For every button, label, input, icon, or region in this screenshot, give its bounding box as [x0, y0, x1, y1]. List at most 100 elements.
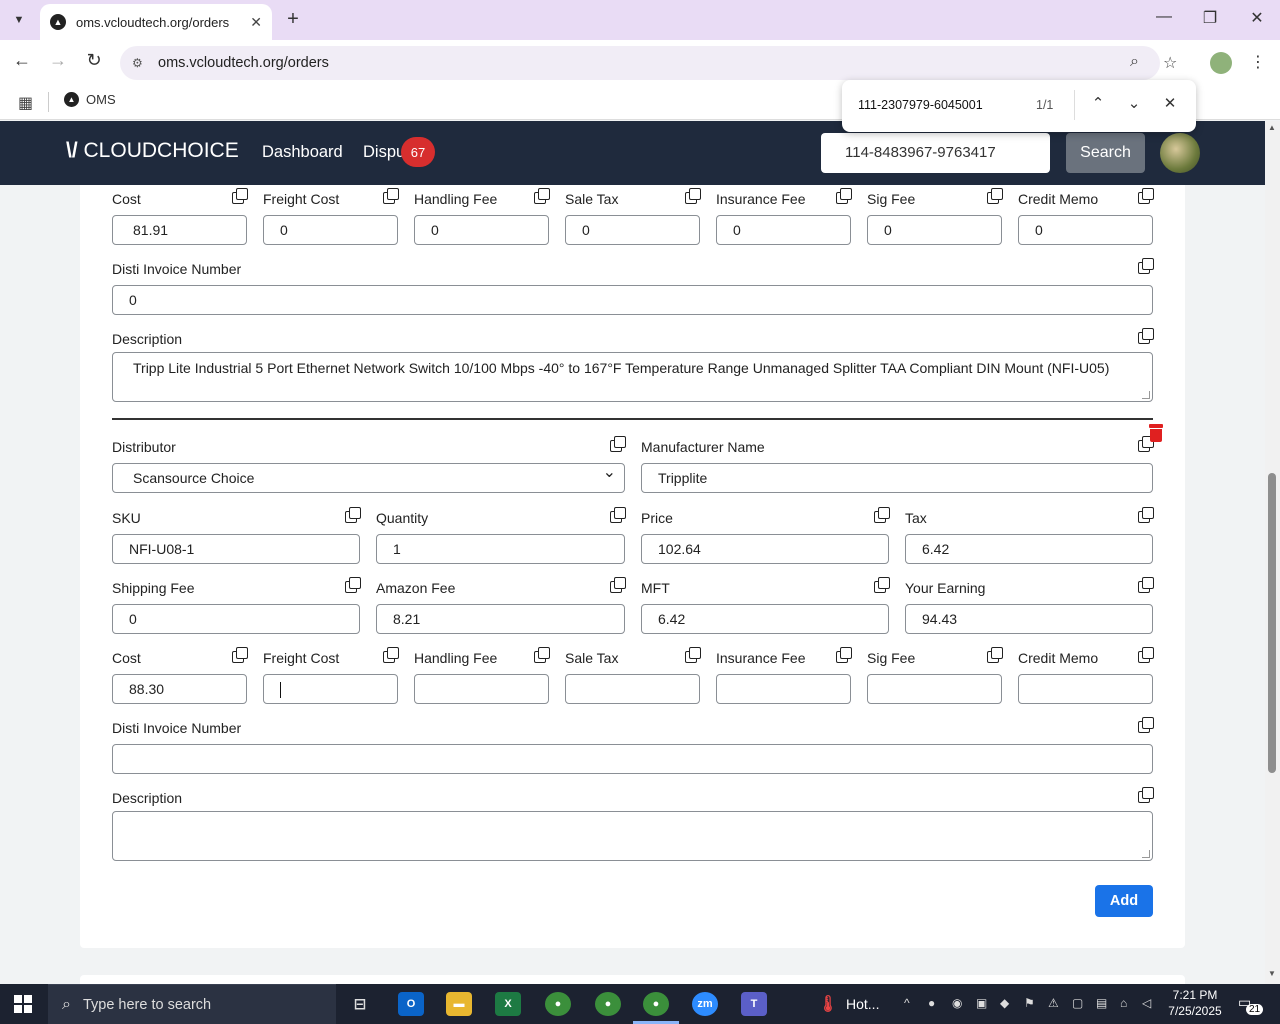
copy-icon[interactable] — [1137, 717, 1154, 733]
sale-tax-input[interactable]: 0 — [565, 215, 700, 245]
forward-icon[interactable]: → — [46, 50, 70, 71]
copy-icon[interactable] — [1137, 647, 1154, 663]
weather-label[interactable]: Hot... — [846, 996, 879, 1012]
tray-app-icon[interactable]: ▤ — [1096, 996, 1107, 1010]
tab-search-icon[interactable]: ▼ — [6, 8, 32, 32]
credit-memo-input[interactable]: 0 — [1018, 215, 1153, 245]
address-bar[interactable]: ⚙ oms.vcloudtech.org/orders — [120, 46, 1160, 80]
distributor-select[interactable]: Scansource Choice — [112, 463, 625, 493]
your-earning-input[interactable]: 94.43 — [905, 604, 1153, 634]
sig-fee-input[interactable] — [867, 674, 1002, 704]
task-view-icon[interactable]: ⊟ — [347, 992, 373, 1016]
copy-icon[interactable] — [231, 188, 248, 204]
back-icon[interactable]: ← — [10, 50, 34, 71]
browser-menu-icon[interactable]: ⋮ — [1250, 52, 1266, 72]
browser-tab[interactable]: ▲ oms.vcloudtech.org/orders ✕ — [40, 4, 272, 40]
scroll-thumb[interactable] — [1268, 473, 1276, 773]
copy-icon[interactable] — [1137, 258, 1154, 274]
copy-icon[interactable] — [1137, 787, 1154, 803]
tray-overflow-icon[interactable]: ^ — [904, 996, 910, 1010]
taskbar-clock[interactable]: 7:21 PM 7/25/2025 — [1160, 987, 1230, 1019]
tray-teams-icon[interactable]: ◆ — [1000, 996, 1009, 1010]
nav-dashboard[interactable]: Dashboard — [262, 143, 343, 162]
page-scrollbar[interactable]: ▲ ▼ — [1265, 121, 1280, 984]
sig-fee-input[interactable]: 0 — [867, 215, 1002, 245]
copy-icon[interactable] — [382, 188, 399, 204]
nav-disputes[interactable]: Dispu — [363, 143, 405, 162]
copy-icon[interactable] — [986, 188, 1003, 204]
delete-item-icon[interactable] — [1148, 424, 1164, 442]
manufacturer-input[interactable]: Tripplite — [641, 463, 1153, 493]
price-input[interactable]: 102.64 — [641, 534, 889, 564]
close-tab-icon[interactable]: ✕ — [250, 14, 262, 31]
restore-icon[interactable]: ❐ — [1198, 8, 1222, 28]
handling-fee-input[interactable] — [414, 674, 549, 704]
resize-handle[interactable] — [1142, 850, 1150, 858]
handling-fee-input[interactable]: 0 — [414, 215, 549, 245]
find-in-page-icon[interactable]: ⌕ — [1130, 53, 1139, 71]
minimize-icon[interactable]: — — [1152, 8, 1176, 26]
user-avatar[interactable] — [1160, 133, 1200, 173]
tray-volume-icon[interactable]: ◁ — [1142, 996, 1151, 1010]
scroll-down-icon[interactable]: ▼ — [1268, 969, 1276, 978]
outlook-icon[interactable]: O — [398, 992, 424, 1016]
tray-vpn-icon[interactable]: ▢ — [1072, 996, 1083, 1010]
bookmark-oms[interactable]: ▲ OMS — [64, 92, 116, 107]
zoom-icon[interactable]: zm — [692, 992, 718, 1016]
copy-icon[interactable] — [533, 188, 550, 204]
file-explorer-icon[interactable]: ▬ — [446, 992, 472, 1016]
profile-avatar[interactable] — [1210, 52, 1232, 74]
find-next-icon[interactable]: ⌄ — [1124, 94, 1144, 112]
resize-handle[interactable] — [1142, 391, 1150, 399]
copy-icon[interactable] — [986, 647, 1003, 663]
find-previous-icon[interactable]: ⌃ — [1088, 94, 1108, 112]
tray-zoom-icon[interactable]: ◉ — [952, 996, 962, 1010]
credit-memo-input[interactable] — [1018, 674, 1153, 704]
disti-invoice-input[interactable]: 0 — [112, 285, 1153, 315]
copy-icon[interactable] — [231, 647, 248, 663]
copy-icon[interactable] — [1137, 507, 1154, 523]
find-close-icon[interactable]: ✕ — [1160, 94, 1180, 112]
insurance-fee-input[interactable] — [716, 674, 851, 704]
copy-icon[interactable] — [344, 507, 361, 523]
windows-start-icon[interactable] — [14, 995, 32, 1013]
copy-icon[interactable] — [873, 507, 890, 523]
teams-icon[interactable]: T — [741, 992, 767, 1016]
chrome-active-icon[interactable]: ● — [643, 992, 669, 1016]
copy-icon[interactable] — [609, 436, 626, 452]
add-item-button[interactable]: Add — [1095, 885, 1153, 917]
find-input[interactable]: 111-2307979-6045001 — [858, 98, 983, 112]
excel-icon[interactable]: X — [495, 992, 521, 1016]
copy-icon[interactable] — [382, 647, 399, 663]
copy-icon[interactable] — [1137, 328, 1154, 344]
quantity-input[interactable]: 1 — [376, 534, 625, 564]
copy-icon[interactable] — [609, 577, 626, 593]
scroll-up-icon[interactable]: ▲ — [1268, 123, 1276, 132]
chrome-icon[interactable]: ● — [545, 992, 571, 1016]
copy-icon[interactable] — [835, 647, 852, 663]
disti-invoice-input[interactable] — [112, 744, 1153, 774]
apps-grid-icon[interactable]: ▦ — [18, 93, 33, 113]
search-button[interactable]: Search — [1066, 133, 1145, 173]
copy-icon[interactable] — [609, 507, 626, 523]
copy-icon[interactable] — [873, 577, 890, 593]
freight-cost-input[interactable]: 0 — [263, 215, 398, 245]
tax-input[interactable]: 6.42 — [905, 534, 1153, 564]
sku-input[interactable]: NFI-U08-1 — [112, 534, 360, 564]
close-window-icon[interactable]: ✕ — [1245, 8, 1269, 28]
new-tab-icon[interactable]: + — [282, 8, 304, 31]
cost-input[interactable]: 88.30 — [112, 674, 247, 704]
reload-icon[interactable]: ↻ — [82, 50, 106, 71]
insurance-fee-input[interactable]: 0 — [716, 215, 851, 245]
item1-description-textarea[interactable]: Tripp Lite Industrial 5 Port Ethernet Ne… — [112, 352, 1153, 402]
shipping-fee-input[interactable]: 0 — [112, 604, 360, 634]
copy-icon[interactable] — [1137, 577, 1154, 593]
taskbar-search[interactable]: ⌕ Type here to search — [48, 984, 336, 1024]
copy-icon[interactable] — [1137, 188, 1154, 204]
tray-outlook-icon[interactable]: ▣ — [976, 996, 987, 1010]
weather-thermometer-icon[interactable]: 🌡 — [815, 992, 841, 1016]
copy-icon[interactable] — [344, 577, 361, 593]
copy-icon[interactable] — [684, 647, 701, 663]
item2-description-textarea[interactable] — [112, 811, 1153, 861]
copy-icon[interactable] — [684, 188, 701, 204]
